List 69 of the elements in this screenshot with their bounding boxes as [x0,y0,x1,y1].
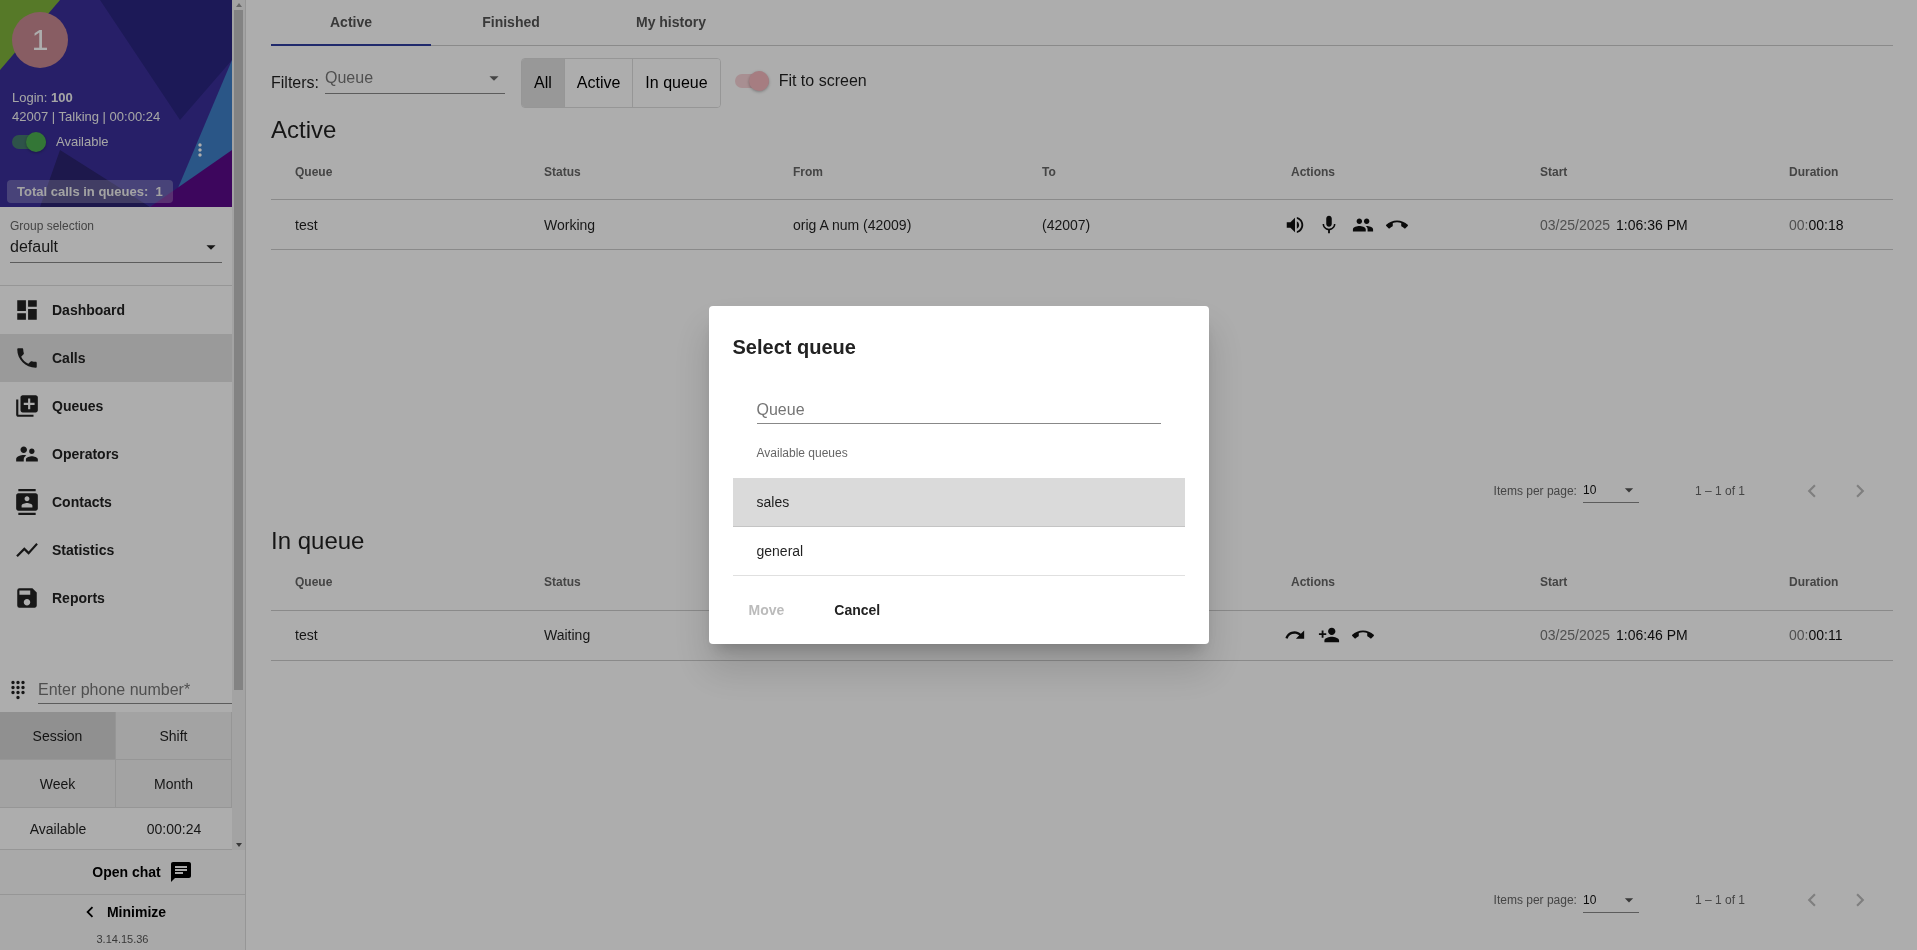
phone-icon [14,345,40,371]
column-header: Actions [1267,144,1516,200]
group-selection-label: Group selection [10,219,96,233]
contacts-icon [14,489,40,515]
period-tab[interactable]: Shift [116,712,232,760]
nav-item[interactable]: Operators [0,430,232,478]
column-header: Queue [271,144,520,200]
nav-item[interactable]: Calls [0,334,232,382]
table-cell: test [271,610,520,661]
group-select[interactable]: default [10,233,222,263]
duration-hours: 00: [1789,627,1809,644]
items-per-page-select[interactable]: 10 [1582,478,1639,504]
period-tab[interactable]: Week [0,760,116,808]
phone-number-field[interactable]: Enter phone number* [38,676,232,704]
nav-item[interactable]: Dashboard [0,286,232,334]
items-per-page-label: Items per page: [1493,483,1577,498]
library-add-icon [14,393,40,419]
duration-time: 00:18 [1808,216,1844,233]
duration-hours: 00: [1789,216,1809,233]
nav-item[interactable]: Statistics [0,526,232,574]
column-header: Duration [1765,144,1893,200]
table-cell: Working [520,200,769,250]
cancel-button[interactable]: Cancel [818,594,897,626]
section-title: Active [271,116,337,144]
filters-label: Filters: [271,74,319,92]
column-header: Start [1516,554,1765,611]
nav-item[interactable]: Queues [0,382,232,430]
period-tab[interactable]: Month [116,760,232,808]
column-header: To [1018,144,1267,200]
column-header: Status [520,144,769,200]
column-header: Duration [1765,554,1893,611]
page-range: 1 – 1 of 1 [1694,483,1745,498]
start-time: 1:06:46 PM [1616,627,1688,644]
tab[interactable]: Active [271,0,431,46]
chat-icon [168,860,193,884]
floppy-icon [14,585,40,611]
nav-item[interactable]: Reports [0,574,232,622]
fit-to-screen-label: Fit to screen [778,72,867,90]
section-title: In queue [271,526,365,555]
column-header: From [769,144,1018,200]
column-header: Start [1516,144,1765,200]
filter-toggle[interactable]: All [522,59,565,107]
status-text: 42007 | Talking | 00:00:24 [12,109,161,124]
column-header: Queue [271,554,520,611]
nav-item[interactable]: Contacts [0,478,232,526]
start-date: 03/25/2025 [1540,627,1611,644]
items-per-page-label: Items per page: [1493,893,1577,907]
start-time: 1:06:36 PM [1616,216,1688,233]
availability-label: Available [56,134,109,149]
table-cell: orig A num (42009) [769,200,1018,250]
column-header: Actions [1267,554,1516,611]
dashboard-icon [14,297,40,323]
tab[interactable]: Finished [431,0,591,46]
table-cell: test [271,200,520,250]
duration-time: 00:11 [1808,627,1843,644]
period-tab[interactable]: Session [0,712,116,760]
queue-option[interactable]: sales [732,478,1185,527]
scrollbar[interactable] [232,0,245,850]
login-text: Login: 100 [12,90,73,105]
queue-filter-select[interactable]: Queue [325,64,505,94]
dialog-title: Select queue [732,336,857,359]
start-date: 03/25/2025 [1540,216,1611,233]
dialpad-icon[interactable] [8,680,28,700]
available-queues-label: Available queues [756,446,849,460]
version-text: 3.14.15.36 [95,932,150,945]
table-cell: (42007) [1018,200,1267,250]
page-range: 1 – 1 of 1 [1694,893,1745,907]
tab[interactable]: My history [591,0,751,46]
items-per-page-select[interactable]: 10 [1582,887,1639,913]
